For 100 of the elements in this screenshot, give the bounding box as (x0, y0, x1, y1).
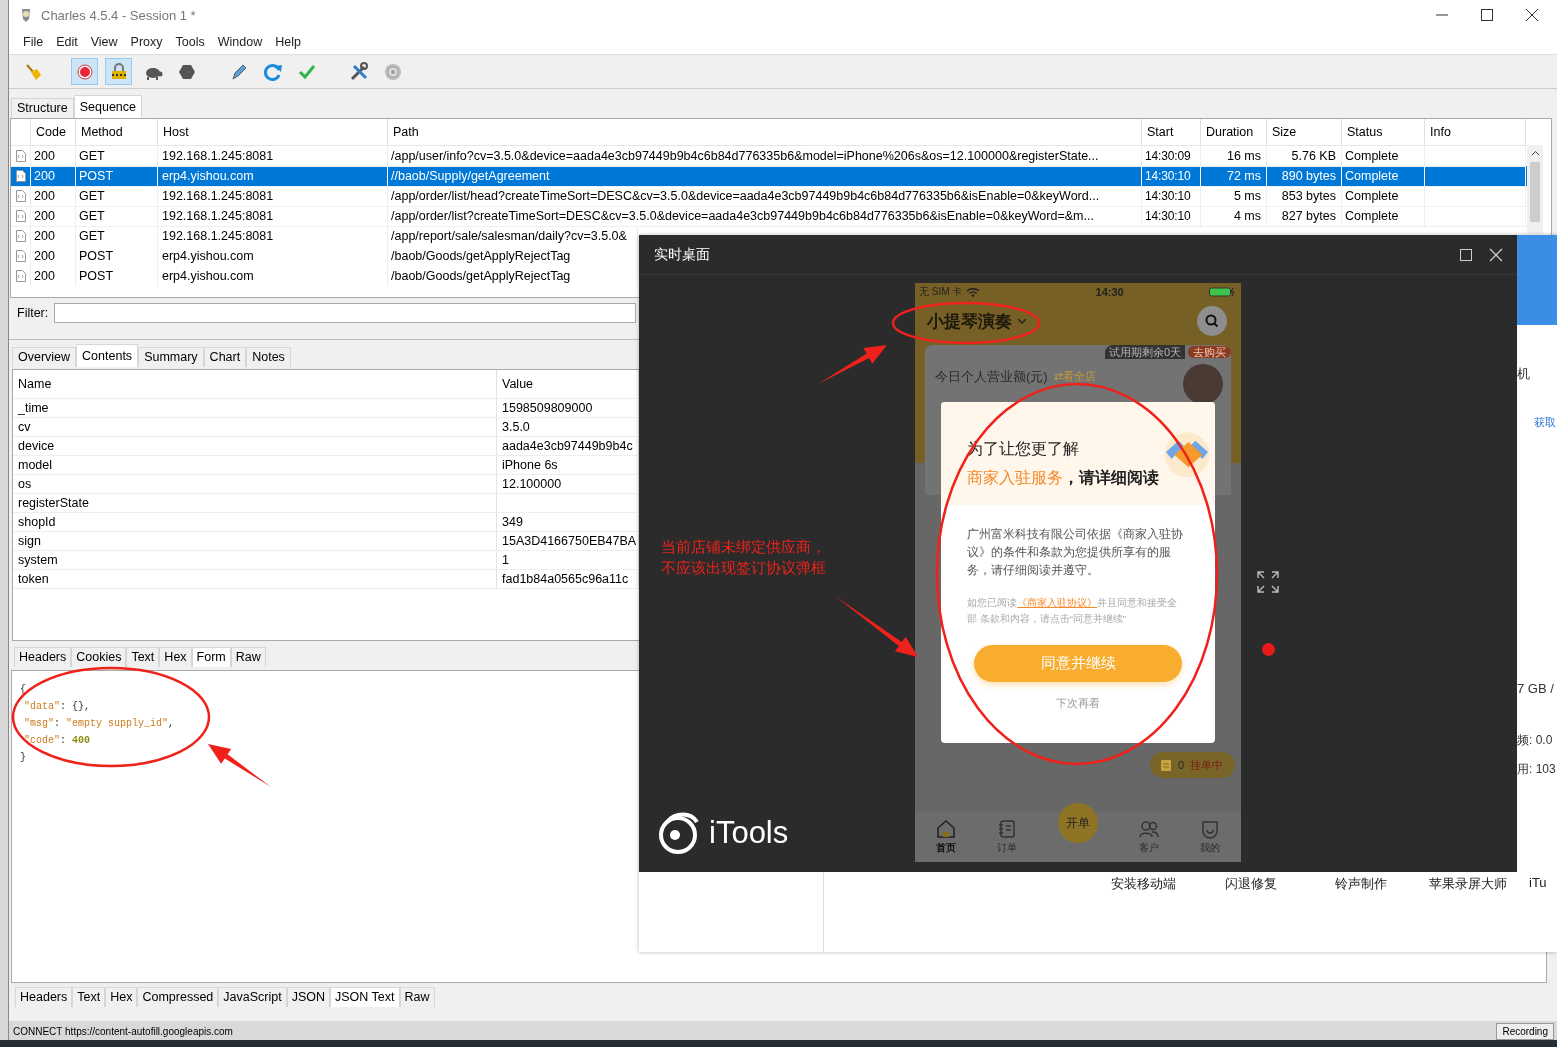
table-cell: model (13, 456, 497, 474)
tab[interactable]: Contents (76, 344, 139, 367)
column-header[interactable]: Host (158, 119, 388, 145)
menu-item[interactable]: View (84, 35, 124, 49)
tab[interactable]: Overview (12, 347, 77, 367)
tab[interactable]: Headers (14, 647, 72, 667)
buy-button[interactable]: 去购买 (1188, 346, 1231, 358)
nav-link[interactable]: 铃声制作 (1335, 875, 1387, 952)
code-line: } (20, 751, 26, 765)
table-cell: 200 (31, 186, 76, 207)
table-cell: 827 bytes (1267, 206, 1342, 227)
table-cell: /baob/Goods/getApplyRejectTag (388, 266, 638, 286)
tab[interactable]: Sequence (73, 95, 143, 118)
avatar (1183, 364, 1223, 404)
table-cell: 200 (31, 166, 76, 187)
tab[interactable]: Text (126, 647, 160, 667)
tab[interactable]: Raw (230, 647, 266, 667)
table-row[interactable]: 200 GET 192.168.1.245:8081 /app/order/list/head?createTimeSort=DESC&cv=3.5.0&device=aada4e3cb97449b9b4c6b84d776335b6&isEnable=0&keyWord... 14:30:10 5 ms 853 bytes Complete (11, 186, 1527, 206)
pending-count: 0 (1177, 759, 1184, 771)
nav-link[interactable]: 闪退修复 (1225, 875, 1277, 952)
home-icon (934, 817, 957, 840)
column-header[interactable]: Info (1425, 119, 1526, 145)
tab[interactable]: Compressed (137, 987, 219, 1007)
table-cell: Complete (1342, 166, 1425, 187)
table-cell: POST (76, 246, 158, 266)
column-header[interactable]: Start (1142, 119, 1201, 145)
table-cell: erp4.yishou.com (158, 246, 388, 266)
column-header[interactable]: Name (13, 370, 497, 398)
column-header[interactable]: Status (1342, 119, 1425, 145)
column-header[interactable]: Duration (1201, 119, 1267, 145)
tab[interactable]: Raw (399, 987, 435, 1007)
close-icon[interactable] (1525, 8, 1539, 22)
code-line: "data": {}, (23, 700, 91, 714)
tab[interactable]: Hex (159, 647, 192, 667)
table-cell: erp4.yishou.com (158, 266, 388, 286)
dialog-subtitle: 商家入驻服务，请详细阅读 (967, 467, 1159, 488)
tab[interactable]: Summary (138, 347, 204, 367)
document-icon (15, 210, 26, 222)
tab[interactable]: Structure (11, 98, 74, 118)
filter-field[interactable] (54, 303, 637, 323)
menu-item[interactable]: Edit (50, 35, 84, 49)
column-header[interactable]: Size (1267, 119, 1342, 145)
search-button[interactable] (1197, 306, 1227, 336)
tab[interactable]: Cookies (71, 647, 127, 667)
tab[interactable]: JSON (286, 987, 330, 1007)
chevron-down-icon[interactable] (1017, 317, 1027, 325)
table-cell: 192.168.1.245:8081 (158, 226, 388, 246)
toolbar-button[interactable] (71, 58, 98, 85)
table-row[interactable]: 200 GET 192.168.1.245:8081 /app/order/list?createTimeSort=DESC&cv=3.5.0&device=aada4e3cb97449b9b4c6b84d776335b6&isEnable=0&keyWord=&m... 14:30:10 4 ms 827 bytes Complete (11, 206, 1527, 226)
tab[interactable]: Text (72, 987, 106, 1007)
table-cell: 192.168.1.245:8081 (158, 206, 388, 227)
tab[interactable]: Hex (105, 987, 138, 1007)
record-icon (74, 61, 95, 82)
tab[interactable]: Notes (246, 347, 291, 367)
table-cell: POST (76, 266, 158, 286)
record-dot (1262, 643, 1275, 656)
table-cell: 72 ms (1201, 166, 1267, 187)
document-icon (15, 150, 26, 162)
table-cell: 14:30:10 (1142, 166, 1201, 187)
tab[interactable]: JSON Text (330, 987, 400, 1007)
fab-button[interactable]: 开单 (1058, 803, 1098, 843)
tab[interactable]: 首页 (934, 817, 957, 855)
table-cell: Complete (1342, 186, 1425, 207)
table-cell: 200 (31, 266, 76, 286)
table-row[interactable]: 200 POST erp4.yishou.com //baob/Supply/getAgreement 14:30:10 72 ms 890 bytes Complete (11, 166, 1527, 186)
table-cell: //baob/Supply/getAgreement (388, 166, 1142, 187)
table-cell: 890 bytes (1267, 166, 1342, 187)
tab[interactable]: Chart (203, 347, 247, 367)
table-cell: /app/report/sale/salesman/daily?cv=3.5.0& (388, 226, 638, 246)
tab[interactable]: JavaScript (218, 987, 287, 1007)
menu-item[interactable]: Proxy (124, 35, 169, 49)
tab[interactable]: Headers (15, 987, 73, 1007)
annotation-arrow (208, 744, 271, 787)
caret-up-icon[interactable] (1530, 150, 1540, 156)
menu-item[interactable]: Tools (169, 35, 211, 49)
toolbar-button[interactable] (105, 58, 132, 85)
column-header[interactable]: Path (388, 119, 1142, 145)
expand-icon[interactable] (1257, 571, 1279, 593)
table-cell: 192.168.1.245:8081 (158, 186, 388, 207)
table-cell: device (13, 437, 497, 455)
nav-link[interactable]: 苹果录屏大师 (1429, 875, 1507, 952)
table-cell: /baob/Goods/getApplyRejectTag (388, 246, 638, 266)
maximize-icon[interactable] (1480, 8, 1494, 22)
scrollbar[interactable] (1527, 145, 1543, 234)
table-cell: POST (76, 166, 158, 187)
recording-button[interactable]: Recording (1496, 1022, 1554, 1040)
scrollbar-thumb[interactable] (1530, 162, 1540, 222)
table-cell: token (13, 570, 497, 588)
window-title: Charles 4.5.4 - Session 1 * (41, 7, 196, 23)
table-cell: 200 (31, 206, 76, 227)
column-header[interactable]: Code (31, 119, 76, 145)
menu-item[interactable]: Help (269, 35, 307, 49)
column-header[interactable]: Method (76, 119, 158, 145)
code-line: "msg": "empty supply_id", (23, 717, 175, 731)
nav-link[interactable]: iTu (1529, 875, 1547, 952)
menu-item[interactable]: Window (211, 35, 269, 49)
nav-link[interactable]: 安装移动端 (1111, 875, 1176, 952)
menu-item[interactable]: File (17, 35, 50, 49)
clock-text: 14:30 (1094, 286, 1124, 298)
tab[interactable]: Form (191, 647, 231, 667)
